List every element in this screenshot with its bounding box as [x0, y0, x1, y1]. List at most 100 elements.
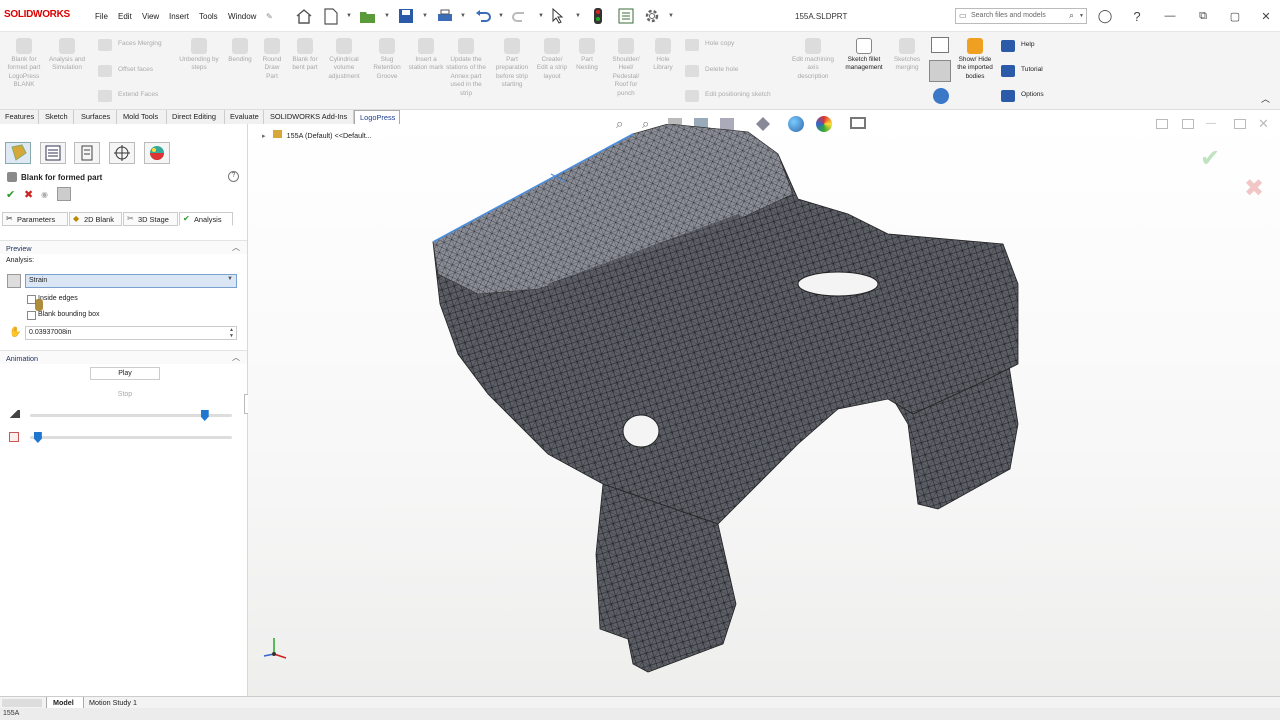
ribbon-strip-layout[interactable]: Create/ Edit a strip layout: [536, 36, 568, 81]
help-icon[interactable]: ?: [1130, 9, 1144, 24]
ribbon-shoulder-heel[interactable]: Shoulder/ Heel/ Pedestal/ Roof for punch: [606, 36, 646, 98]
subtab-2d-blank[interactable]: ◆ 2D Blank: [69, 212, 122, 226]
ribbon-extend-faces[interactable]: Extend Faces: [98, 90, 158, 103]
ribbon-blank-bent-part[interactable]: Blank for bent part: [288, 36, 322, 73]
pin-icon[interactable]: ✎: [266, 12, 273, 21]
ribbon-show-hide-imported[interactable]: Show/ Hide the imported bodies: [955, 36, 995, 81]
ribbon-part-preparation[interactable]: Part preparation before strip starting: [490, 36, 534, 90]
display-style-icon[interactable]: [929, 60, 951, 82]
tab-scroll-arrows[interactable]: [2, 699, 42, 707]
redo-dropdown-icon[interactable]: ▼: [538, 13, 544, 19]
search-icon[interactable]: ⌕: [1069, 10, 1074, 21]
restore-icon[interactable]: ⧉: [1196, 9, 1210, 23]
select-cursor-icon[interactable]: [548, 6, 568, 26]
ribbon-round-draw-part[interactable]: Round Draw Part: [258, 36, 286, 81]
ribbon-edit-positioning-sketch[interactable]: Edit positioning sketch: [685, 90, 771, 103]
ribbon-options[interactable]: Options: [1001, 90, 1044, 103]
animation-section-header[interactable]: Animation ︿: [0, 350, 247, 364]
dimxpert-tab[interactable]: [109, 142, 135, 164]
redo-icon[interactable]: [510, 6, 530, 26]
tab-features[interactable]: Features: [0, 110, 39, 124]
ribbon-delete-hole[interactable]: Delete hole: [685, 65, 738, 78]
spin-arrows-icon[interactable]: ▲ ▼: [229, 327, 234, 339]
save-dropdown-icon[interactable]: ▼: [422, 13, 428, 19]
tab-direct-editing[interactable]: Direct Editing: [167, 110, 225, 124]
close-icon[interactable]: ✕: [1259, 9, 1273, 23]
slider-thumb[interactable]: [200, 410, 209, 421]
collapse-chevron-icon[interactable]: ︿: [232, 352, 240, 363]
user-account-icon[interactable]: ◯: [1098, 8, 1113, 23]
app-logo[interactable]: SOLIDWORKS: [4, 9, 70, 20]
thickness-input[interactable]: 0.03937008in ▲ ▼: [25, 326, 237, 340]
menu-window[interactable]: Window: [228, 12, 256, 21]
ribbon-help[interactable]: Help: [1001, 40, 1035, 53]
ribbon-faces-merging[interactable]: Faces Merging: [98, 39, 162, 52]
collapse-chevron-icon[interactable]: ︿: [232, 242, 240, 253]
view-cube-icon[interactable]: [931, 37, 949, 53]
open-icon[interactable]: [358, 6, 378, 26]
tab-evaluate[interactable]: Evaluate: [225, 110, 264, 124]
ribbon-cylindrical-volume[interactable]: Cylindrical volume adjustment: [322, 36, 366, 81]
ribbon-sketch-fillet-management[interactable]: Sketch fillet management: [839, 36, 889, 73]
confirm-cancel-icon[interactable]: ✖: [1244, 174, 1264, 203]
subtab-3d-stage[interactable]: ✂ 3D Stage: [123, 212, 178, 226]
ribbon-hole-copy[interactable]: Hole copy: [685, 39, 734, 52]
property-manager-tab[interactable]: [40, 142, 66, 164]
ribbon-sketches-merging[interactable]: Sketches merging: [890, 36, 924, 73]
ribbon-unbending-steps[interactable]: Unbending by steps: [178, 36, 220, 73]
collapse-ribbon-icon[interactable]: ︿: [1261, 92, 1270, 105]
ribbon-update-stations[interactable]: Update the stations of the Annex part us…: [444, 36, 488, 98]
viewport-minimize-icon[interactable]: —: [1206, 118, 1216, 129]
viewport-close-icon[interactable]: ✕: [1258, 116, 1269, 132]
tab-solidworks-addins[interactable]: SOLIDWORKS Add-Ins: [264, 110, 354, 124]
menu-file[interactable]: File: [95, 12, 108, 21]
viewport-split-icon[interactable]: [1182, 119, 1194, 129]
home-icon[interactable]: [294, 6, 314, 26]
ribbon-station-mark[interactable]: Insert a station mark: [408, 36, 444, 73]
save-icon[interactable]: [396, 6, 416, 26]
tab-sketch[interactable]: Sketch: [39, 110, 74, 124]
undo-icon[interactable]: [473, 6, 493, 26]
menu-tools[interactable]: Tools: [199, 12, 218, 21]
blank-bounding-box-checkbox[interactable]: [27, 311, 36, 320]
ribbon-bending[interactable]: Bending: [222, 36, 258, 64]
ribbon-analysis-simulation[interactable]: Analysis and Simulation: [48, 36, 86, 73]
subtab-analysis[interactable]: ✔ Analysis: [179, 212, 233, 226]
feature-manager-tab[interactable]: [5, 142, 31, 164]
options-gear-icon[interactable]: [642, 6, 662, 26]
ribbon-blank-formed-part[interactable]: Blank for formed part LogoPress BLANK: [6, 36, 42, 90]
appearance-icon[interactable]: [933, 88, 949, 104]
pushpin-icon[interactable]: [57, 187, 71, 201]
viewport-tile-icon[interactable]: [1156, 119, 1168, 129]
open-dropdown-icon[interactable]: ▼: [384, 13, 390, 19]
configuration-manager-tab[interactable]: [74, 142, 100, 164]
ribbon-part-nesting[interactable]: Part Nesting: [570, 36, 604, 73]
ok-check-icon[interactable]: ✔: [6, 188, 15, 201]
ribbon-hole-library[interactable]: Hole Library: [648, 36, 678, 73]
ribbon-edit-machining-axis[interactable]: Edit machining axis description: [792, 36, 834, 81]
ribbon-offset-faces[interactable]: Offset faces: [98, 65, 153, 78]
minimize-icon[interactable]: —: [1163, 9, 1177, 23]
menu-edit[interactable]: Edit: [118, 12, 132, 21]
tab-surfaces[interactable]: Surfaces: [74, 110, 117, 124]
ribbon-slug-retention[interactable]: Slug Retention Groove: [368, 36, 406, 81]
pm-help-icon[interactable]: ?: [228, 171, 239, 182]
viewport-maximize-icon[interactable]: [1234, 119, 1246, 129]
print-dropdown-icon[interactable]: ▼: [460, 13, 466, 19]
display-manager-tab[interactable]: [144, 142, 170, 164]
speed-slider[interactable]: [30, 410, 232, 421]
cancel-x-icon[interactable]: ✖: [24, 188, 33, 201]
ribbon-tutorial[interactable]: Tutorial: [1001, 65, 1043, 78]
subtab-parameters[interactable]: ✂ Parameters: [2, 212, 68, 226]
feature-tree-flyout[interactable]: ▸ 155A (Default) <<Default...: [262, 130, 372, 140]
undo-dropdown-icon[interactable]: ▼: [498, 13, 504, 19]
menu-view[interactable]: View: [142, 12, 159, 21]
expand-arrow-icon[interactable]: ▸: [262, 131, 266, 140]
meshed-part-model[interactable]: [418, 124, 1038, 684]
preview-section-header[interactable]: Preview ︿: [0, 240, 247, 254]
tab-logopress[interactable]: LogoPress: [354, 110, 400, 124]
stop-button[interactable]: Stop: [90, 388, 160, 401]
detail-preview-icon[interactable]: ◉: [41, 190, 48, 199]
print-icon[interactable]: [435, 6, 455, 26]
analysis-select[interactable]: Strain ▼: [25, 274, 237, 288]
